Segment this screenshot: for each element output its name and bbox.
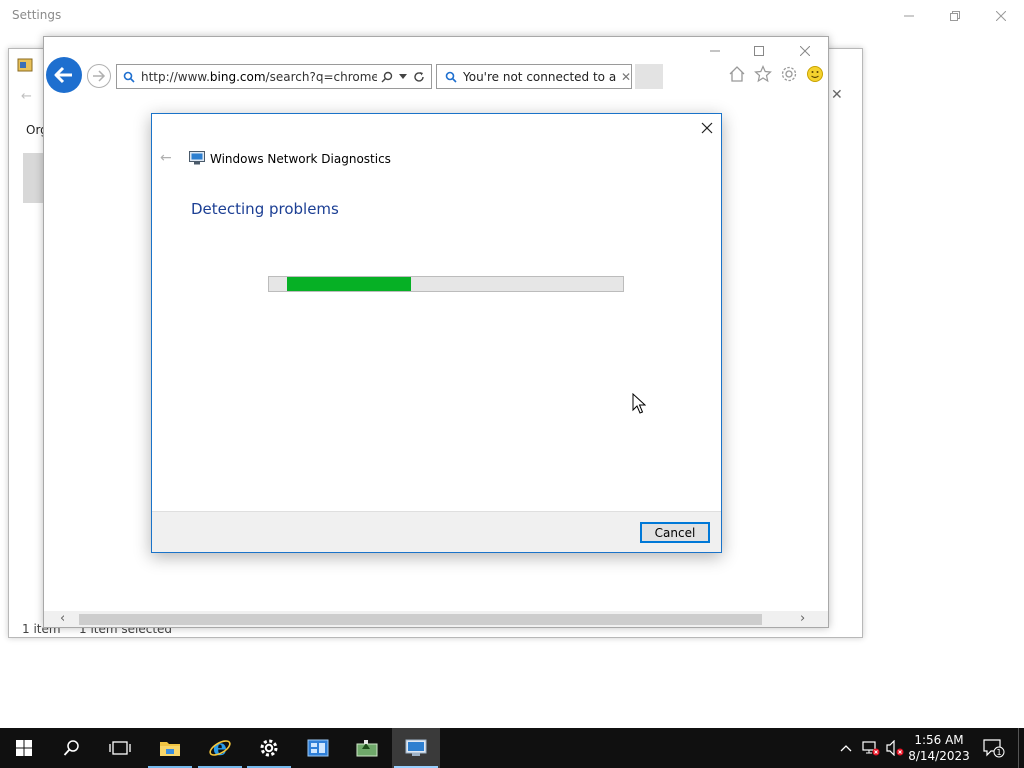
taskbar-network-diagnostics[interactable] <box>392 728 440 768</box>
settings-close-button[interactable] <box>978 0 1024 32</box>
taskbar-app-1[interactable] <box>294 728 342 768</box>
dialog-app-title: Windows Network Diagnostics <box>210 152 391 166</box>
url-prefix: http://www. <box>141 69 210 84</box>
notifications-icon: 1 <box>983 739 1005 758</box>
taskbar-search-button[interactable] <box>48 728 96 768</box>
ie-close-button[interactable] <box>782 41 828 61</box>
dialog-back-icon[interactable]: ← <box>160 150 172 166</box>
address-url[interactable]: http://www.bing.com/search?q=chrome&sr <box>141 70 377 84</box>
gear-icon[interactable] <box>780 65 798 83</box>
task-view-button[interactable] <box>96 728 144 768</box>
close-icon <box>800 46 810 56</box>
browser-tab[interactable]: You're not connected to a n... ✕ <box>436 64 632 89</box>
settings-window-title: Settings <box>12 8 62 22</box>
ie-minimize-button[interactable] <box>692 41 738 61</box>
svg-text:e: e <box>213 736 227 760</box>
notification-count: 1 <box>996 748 1001 757</box>
clock-date: 8/14/2023 <box>908 749 970 763</box>
address-bar[interactable]: http://www.bing.com/search?q=chrome&sr <box>116 64 432 89</box>
clock-time: 1:56 AM <box>914 733 964 747</box>
show-desktop-button[interactable] <box>1018 728 1024 768</box>
network-status-button[interactable] <box>860 728 882 768</box>
dialog-heading: Detecting problems <box>191 200 339 218</box>
search-icon <box>445 71 457 83</box>
maximize-icon <box>754 46 764 56</box>
taskbar-internet-explorer[interactable]: e <box>196 728 244 768</box>
taskbar-app-2[interactable] <box>343 728 391 768</box>
restore-icon <box>950 11 960 21</box>
dialog-footer: Cancel <box>152 511 721 552</box>
smiley-feedback-icon[interactable] <box>806 65 824 83</box>
taskbar: e 1:56 AM 8/14/2023 1 <box>0 728 1024 768</box>
mouse-cursor-icon <box>632 393 646 414</box>
arrow-left-icon <box>54 66 72 84</box>
minimize-icon <box>710 50 720 52</box>
browser-back-button[interactable] <box>46 57 82 93</box>
explorer-window-icon <box>17 58 33 72</box>
arrow-right-icon <box>93 70 106 82</box>
network-diagnostics-icon <box>405 739 427 756</box>
control-panel-icon <box>307 739 329 757</box>
search-button-icon[interactable] <box>381 71 393 83</box>
browser-forward-button[interactable] <box>87 64 111 88</box>
network-diagnostics-dialog: ← Windows Network Diagnostics Detecting … <box>151 113 722 553</box>
cancel-button[interactable]: Cancel <box>640 522 710 543</box>
url-domain: bing.com <box>209 69 266 84</box>
home-icon[interactable] <box>728 65 746 83</box>
windows-logo-icon <box>16 740 32 756</box>
taskbar-clock[interactable]: 1:56 AM 8/14/2023 <box>908 732 970 764</box>
taskbar-settings[interactable] <box>245 728 293 768</box>
settings-restore-button[interactable] <box>932 0 978 32</box>
speaker-muted-icon <box>886 740 904 756</box>
close-icon <box>701 122 713 134</box>
network-diagnostics-icon <box>189 151 205 165</box>
explorer-pane-close-icon[interactable]: ✕ <box>831 87 843 103</box>
start-button[interactable] <box>0 728 48 768</box>
tab-close-icon[interactable]: ✕ <box>621 70 631 84</box>
show-hidden-icons-button[interactable] <box>836 728 856 768</box>
scroll-left-icon[interactable]: ‹ <box>60 611 65 626</box>
progress-fill <box>286 277 411 291</box>
tab-title: You're not connected to a n... <box>463 69 619 84</box>
dialog-close-button[interactable] <box>695 120 719 140</box>
dropdown-icon[interactable] <box>399 73 407 80</box>
scrollbar-thumb[interactable] <box>79 614 762 625</box>
minimize-icon <box>904 15 914 17</box>
action-center-button[interactable]: 1 <box>980 728 1008 768</box>
ie-maximize-button[interactable] <box>736 41 782 61</box>
favorites-star-icon[interactable] <box>754 65 772 83</box>
network-app-icon <box>356 740 378 757</box>
search-icon <box>63 740 79 756</box>
folder-icon <box>160 742 180 756</box>
task-view-icon <box>109 741 131 755</box>
search-icon <box>123 71 135 83</box>
browser-toolbar <box>728 65 824 83</box>
url-path: /search?q=chrome&sr <box>265 69 377 84</box>
explorer-back-icon[interactable]: ← <box>21 89 32 104</box>
chevron-up-icon <box>840 745 852 752</box>
scroll-right-icon[interactable]: › <box>800 611 805 626</box>
horizontal-scrollbar[interactable]: ‹ › <box>44 611 828 627</box>
close-icon <box>996 11 1006 21</box>
address-tools <box>381 71 425 83</box>
internet-explorer-icon: e <box>209 736 231 760</box>
volume-button[interactable] <box>884 728 906 768</box>
new-tab-button[interactable] <box>635 64 663 89</box>
network-disconnected-icon <box>862 741 880 756</box>
gear-icon <box>260 739 278 757</box>
taskbar-file-explorer[interactable] <box>146 728 194 768</box>
settings-minimize-button[interactable] <box>886 0 932 32</box>
diagnostics-progress-bar <box>268 276 624 292</box>
refresh-icon[interactable] <box>413 71 425 83</box>
settings-window-titlebar: Settings <box>0 0 1024 32</box>
